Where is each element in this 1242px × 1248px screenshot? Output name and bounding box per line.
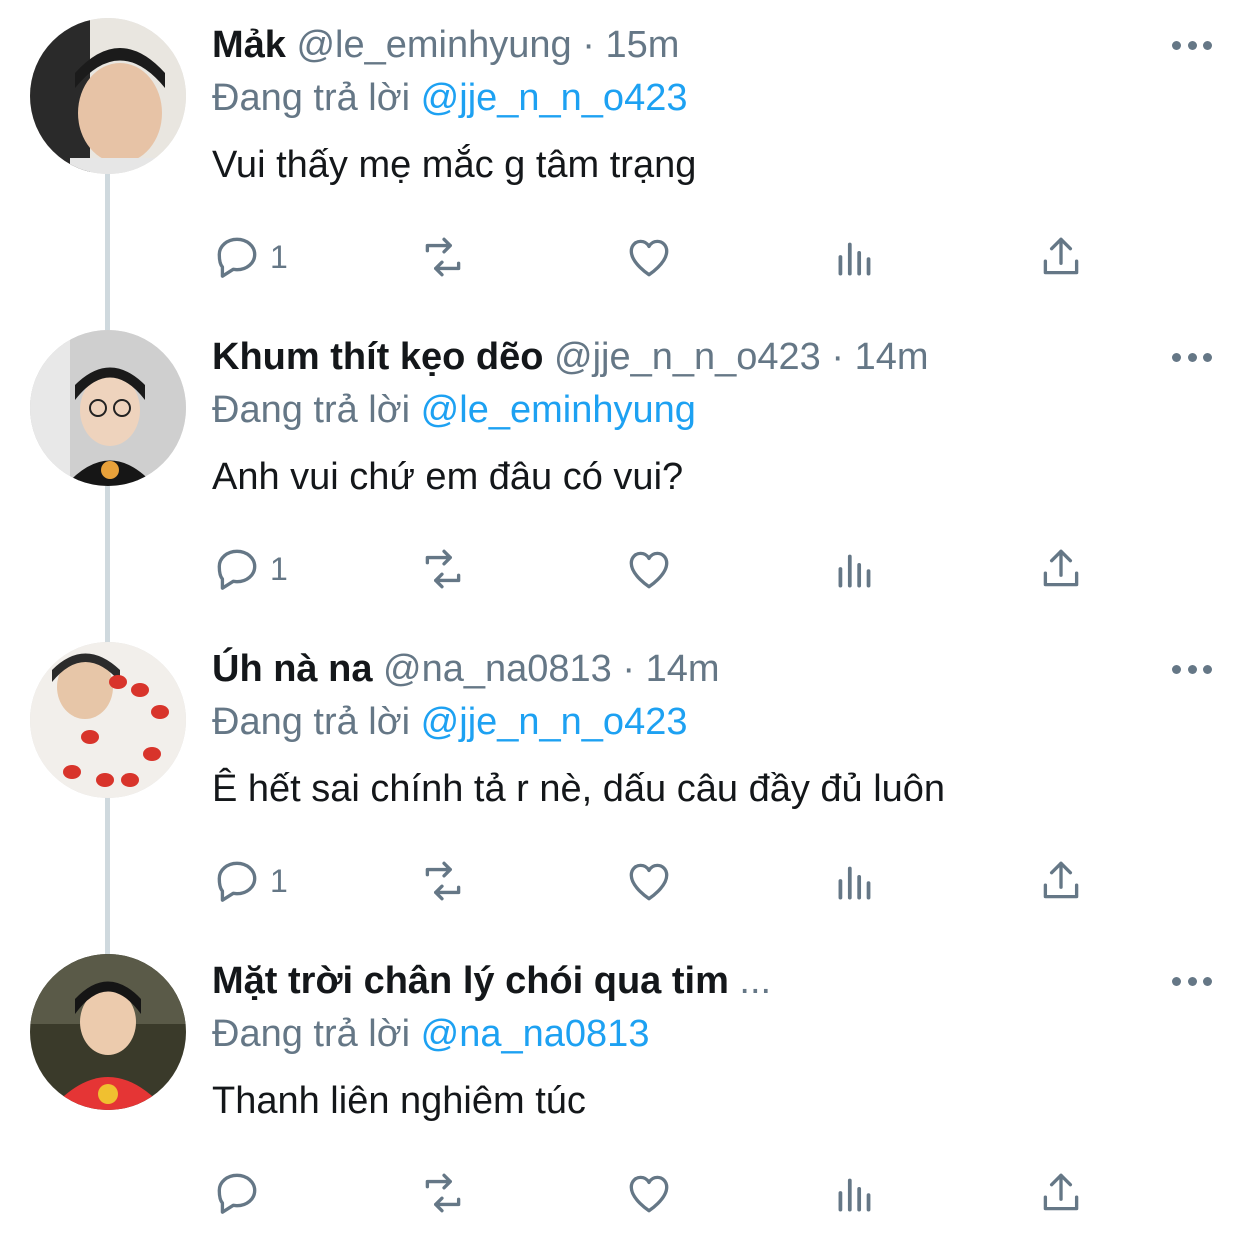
avatar-image: [30, 330, 186, 486]
tweet-actions: [0, 1148, 1242, 1238]
avatar-image: [30, 18, 186, 174]
separator: ·: [582, 24, 595, 66]
reply-button[interactable]: 1: [212, 836, 288, 926]
analytics-button[interactable]: [830, 836, 880, 926]
share-icon: [1043, 861, 1079, 899]
reply-context: Đang trả lời @jje_n_n_o423: [212, 73, 687, 123]
reply-count: 1: [270, 238, 288, 275]
reply-context: Đang trả lời @le_eminhyung: [212, 385, 696, 435]
handle[interactable]: ...: [739, 960, 771, 1002]
analytics-icon: [838, 866, 871, 900]
retweet-button[interactable]: [418, 1148, 468, 1238]
timestamp[interactable]: 14m: [646, 648, 720, 690]
like-button[interactable]: [624, 212, 674, 302]
retweet-icon: [425, 237, 461, 277]
analytics-button[interactable]: [830, 212, 880, 302]
retweet-button[interactable]: [418, 836, 468, 926]
reply-prefix: Đang trả lời: [212, 701, 411, 743]
tweet[interactable]: Úh nà na @na_na0813 · 14m Đang trả lời @…: [0, 624, 1242, 936]
like-button[interactable]: [624, 1148, 674, 1238]
display-name[interactable]: Mặt trời chân lý chói qua tim: [212, 960, 729, 1002]
tweet[interactable]: Mặt trời chân lý chói qua tim ... Đang t…: [0, 936, 1242, 1248]
heart-icon: [629, 239, 669, 277]
analytics-button[interactable]: [830, 524, 880, 614]
tweet-text: Thanh liên nghiêm túc: [212, 1080, 586, 1122]
reply-prefix: Đang trả lời: [212, 77, 411, 119]
share-button[interactable]: [1036, 1148, 1086, 1238]
tweet-actions: 1: [0, 212, 1242, 302]
reply-button[interactable]: [212, 1148, 262, 1238]
more-options-icon[interactable]: [1172, 654, 1212, 684]
reply-prefix: Đang trả lời: [212, 1013, 411, 1055]
analytics-button[interactable]: [830, 1148, 880, 1238]
like-button[interactable]: [624, 836, 674, 926]
reply-mention[interactable]: @le_eminhyung: [421, 389, 696, 431]
handle[interactable]: @jje_n_n_o423: [554, 336, 821, 378]
reply-context: Đang trả lời @na_na0813: [212, 1009, 649, 1059]
analytics-icon: [838, 554, 871, 588]
heart-icon: [629, 863, 669, 901]
more-options-icon[interactable]: [1172, 342, 1212, 372]
share-icon: [1043, 549, 1079, 587]
reply-icon: [217, 549, 257, 590]
reply-icon: [217, 1173, 257, 1214]
tweet-header: Mặt trời chân lý chói qua tim ...: [212, 956, 1132, 1006]
avatar-image: [30, 954, 186, 1110]
share-icon: [1043, 1173, 1079, 1211]
retweet-button[interactable]: [418, 524, 468, 614]
handle[interactable]: @na_na0813: [383, 648, 612, 690]
separator: ·: [622, 648, 636, 690]
reply-mention[interactable]: @jje_n_n_o423: [421, 77, 688, 119]
tweet-text: Vui thấy mẹ mắc g tâm trạng: [212, 144, 697, 186]
tweet-header: Úh nà na @na_na0813 · 14m: [212, 644, 1132, 694]
tweet-actions: 1: [0, 836, 1242, 926]
reply-button[interactable]: 1: [212, 212, 288, 302]
heart-icon: [629, 1175, 669, 1213]
tweet-header: Khum thít kẹo dẽo @jje_n_n_o423 · 14m: [212, 332, 1132, 382]
retweet-button[interactable]: [418, 212, 468, 302]
timestamp[interactable]: 15m: [605, 24, 679, 66]
share-icon: [1043, 237, 1079, 275]
tweet-text: Anh vui chứ em đâu có vui?: [212, 456, 684, 498]
display-name[interactable]: Úh nà na: [212, 648, 372, 690]
display-name[interactable]: Khum thít kẹo dẽo: [212, 336, 543, 378]
tweet[interactable]: Mảk @le_eminhyung · 15m Đang trả lời @jj…: [0, 0, 1242, 312]
like-button[interactable]: [624, 524, 674, 614]
timestamp[interactable]: 14m: [855, 336, 929, 378]
reply-count: 1: [270, 862, 288, 899]
tweet-actions: 1: [0, 524, 1242, 614]
reply-icon: [217, 237, 257, 278]
retweet-icon: [425, 861, 461, 901]
retweet-icon: [425, 549, 461, 589]
tweet[interactable]: Khum thít kẹo dẽo @jje_n_n_o423 · 14m Đa…: [0, 312, 1242, 624]
reply-mention[interactable]: @na_na0813: [421, 1013, 650, 1055]
heart-icon: [629, 551, 669, 589]
avatar[interactable]: [30, 642, 186, 798]
share-button[interactable]: [1036, 212, 1086, 302]
avatar[interactable]: [30, 954, 186, 1110]
retweet-icon: [425, 1173, 461, 1213]
reply-prefix: Đang trả lời: [212, 389, 411, 431]
reply-context: Đang trả lời @jje_n_n_o423: [212, 697, 687, 747]
avatar[interactable]: [30, 330, 186, 486]
reply-mention[interactable]: @jje_n_n_o423: [421, 701, 688, 743]
reply-icon: [217, 861, 257, 902]
tweet-text: Ê hết sai chính tả r nè, dấu câu đầy đủ …: [212, 768, 946, 810]
share-button[interactable]: [1036, 524, 1086, 614]
more-options-icon[interactable]: [1172, 966, 1212, 996]
analytics-icon: [838, 242, 871, 276]
avatar[interactable]: [30, 18, 186, 174]
more-options-icon[interactable]: [1172, 30, 1212, 60]
avatar-image: [30, 642, 186, 798]
analytics-icon: [838, 1178, 871, 1212]
handle[interactable]: @le_eminhyung: [296, 24, 571, 66]
display-name[interactable]: Mảk: [212, 24, 286, 66]
reply-button[interactable]: 1: [212, 524, 288, 614]
separator: ·: [831, 336, 845, 378]
tweet-header: Mảk @le_eminhyung · 15m: [212, 20, 1132, 70]
reply-count: 1: [270, 550, 288, 587]
share-button[interactable]: [1036, 836, 1086, 926]
